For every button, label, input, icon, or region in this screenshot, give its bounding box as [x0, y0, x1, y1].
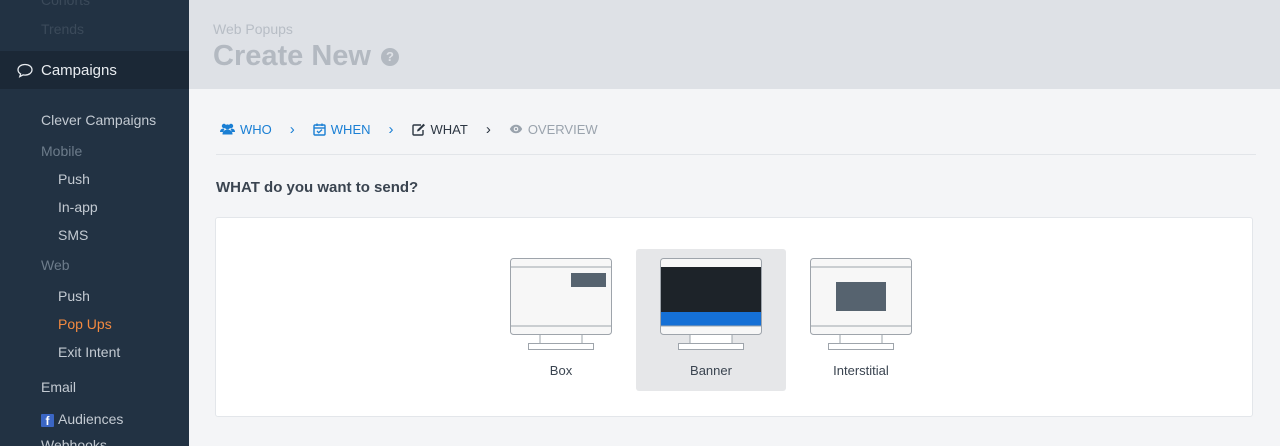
- users-icon: [220, 123, 235, 135]
- breadcrumb[interactable]: Web Popups: [213, 21, 293, 37]
- step-when[interactable]: WHEN: [313, 122, 371, 137]
- sidebar-item-trends[interactable]: Trends: [41, 21, 84, 37]
- option-banner-label: Banner: [690, 363, 732, 378]
- sidebar-item-web-push[interactable]: Push: [58, 288, 90, 304]
- sidebar-section-campaigns[interactable]: Campaigns: [0, 51, 189, 89]
- sidebar-item-in-app[interactable]: In-app: [58, 199, 98, 215]
- sidebar-item-clever-campaigns[interactable]: Clever Campaigns: [41, 112, 156, 128]
- eye-icon: [509, 124, 523, 134]
- sidebar-section-label: Campaigns: [41, 61, 117, 79]
- sidebar-item-exit-intent[interactable]: Exit Intent: [58, 344, 120, 360]
- popup-type-card: Box Banner Interstitial: [215, 217, 1253, 417]
- sidebar-item-audiences-label: Audiences: [58, 411, 124, 427]
- option-interstitial[interactable]: Interstitial: [786, 249, 936, 391]
- monitor-interstitial-icon: [810, 258, 912, 350]
- calendar-icon: [313, 123, 326, 136]
- chevron-right-icon: ›: [388, 120, 394, 138]
- page-header: Web Popups Create New ?: [189, 0, 1280, 89]
- facebook-icon: f: [41, 414, 54, 428]
- step-when-label: WHEN: [330, 121, 371, 137]
- monitor-box-icon: [510, 258, 612, 350]
- chat-bubble-icon: [17, 63, 33, 78]
- monitor-banner-icon: [660, 258, 762, 350]
- option-box[interactable]: Box: [486, 249, 636, 391]
- sidebar-group-web: Web: [41, 257, 70, 273]
- sidebar-item-audiences[interactable]: f Audiences: [41, 411, 124, 428]
- divider: [216, 154, 1256, 155]
- sidebar-item-mobile-push[interactable]: Push: [58, 171, 90, 187]
- step-overview-label: OVERVIEW: [527, 121, 598, 137]
- step-what-label: WHAT: [430, 121, 468, 137]
- chevron-right-icon: ›: [485, 120, 491, 138]
- sidebar-item-email[interactable]: Email: [41, 379, 76, 395]
- sidebar-item-webhooks[interactable]: Webhooks: [41, 437, 107, 446]
- sidebar-item-cohorts[interactable]: Cohorts: [41, 0, 90, 8]
- step-who-label: WHO: [240, 121, 272, 137]
- chevron-right-icon: ›: [289, 120, 295, 138]
- step-who[interactable]: WHO: [220, 122, 272, 137]
- option-interstitial-label: Interstitial: [833, 363, 889, 378]
- edit-icon: [411, 123, 425, 136]
- option-box-label: Box: [549, 363, 573, 378]
- step-what[interactable]: WHAT: [411, 121, 468, 137]
- help-icon[interactable]: ?: [380, 47, 399, 66]
- section-question: WHAT do you want to send?: [216, 179, 419, 196]
- wizard-steps: WHO › WHEN › WHAT › OVERVIEW: [220, 119, 598, 139]
- page-title-text: Create New: [213, 40, 371, 72]
- page-title: Create New ?: [213, 40, 399, 73]
- step-overview[interactable]: OVERVIEW: [509, 122, 598, 137]
- sidebar: Cohorts Trends Campaigns Clever Campaign…: [0, 0, 189, 446]
- sidebar-item-pop-ups[interactable]: Pop Ups: [58, 316, 112, 332]
- option-banner[interactable]: Banner: [636, 249, 786, 391]
- sidebar-item-sms[interactable]: SMS: [58, 227, 88, 243]
- sidebar-group-mobile: Mobile: [41, 143, 83, 159]
